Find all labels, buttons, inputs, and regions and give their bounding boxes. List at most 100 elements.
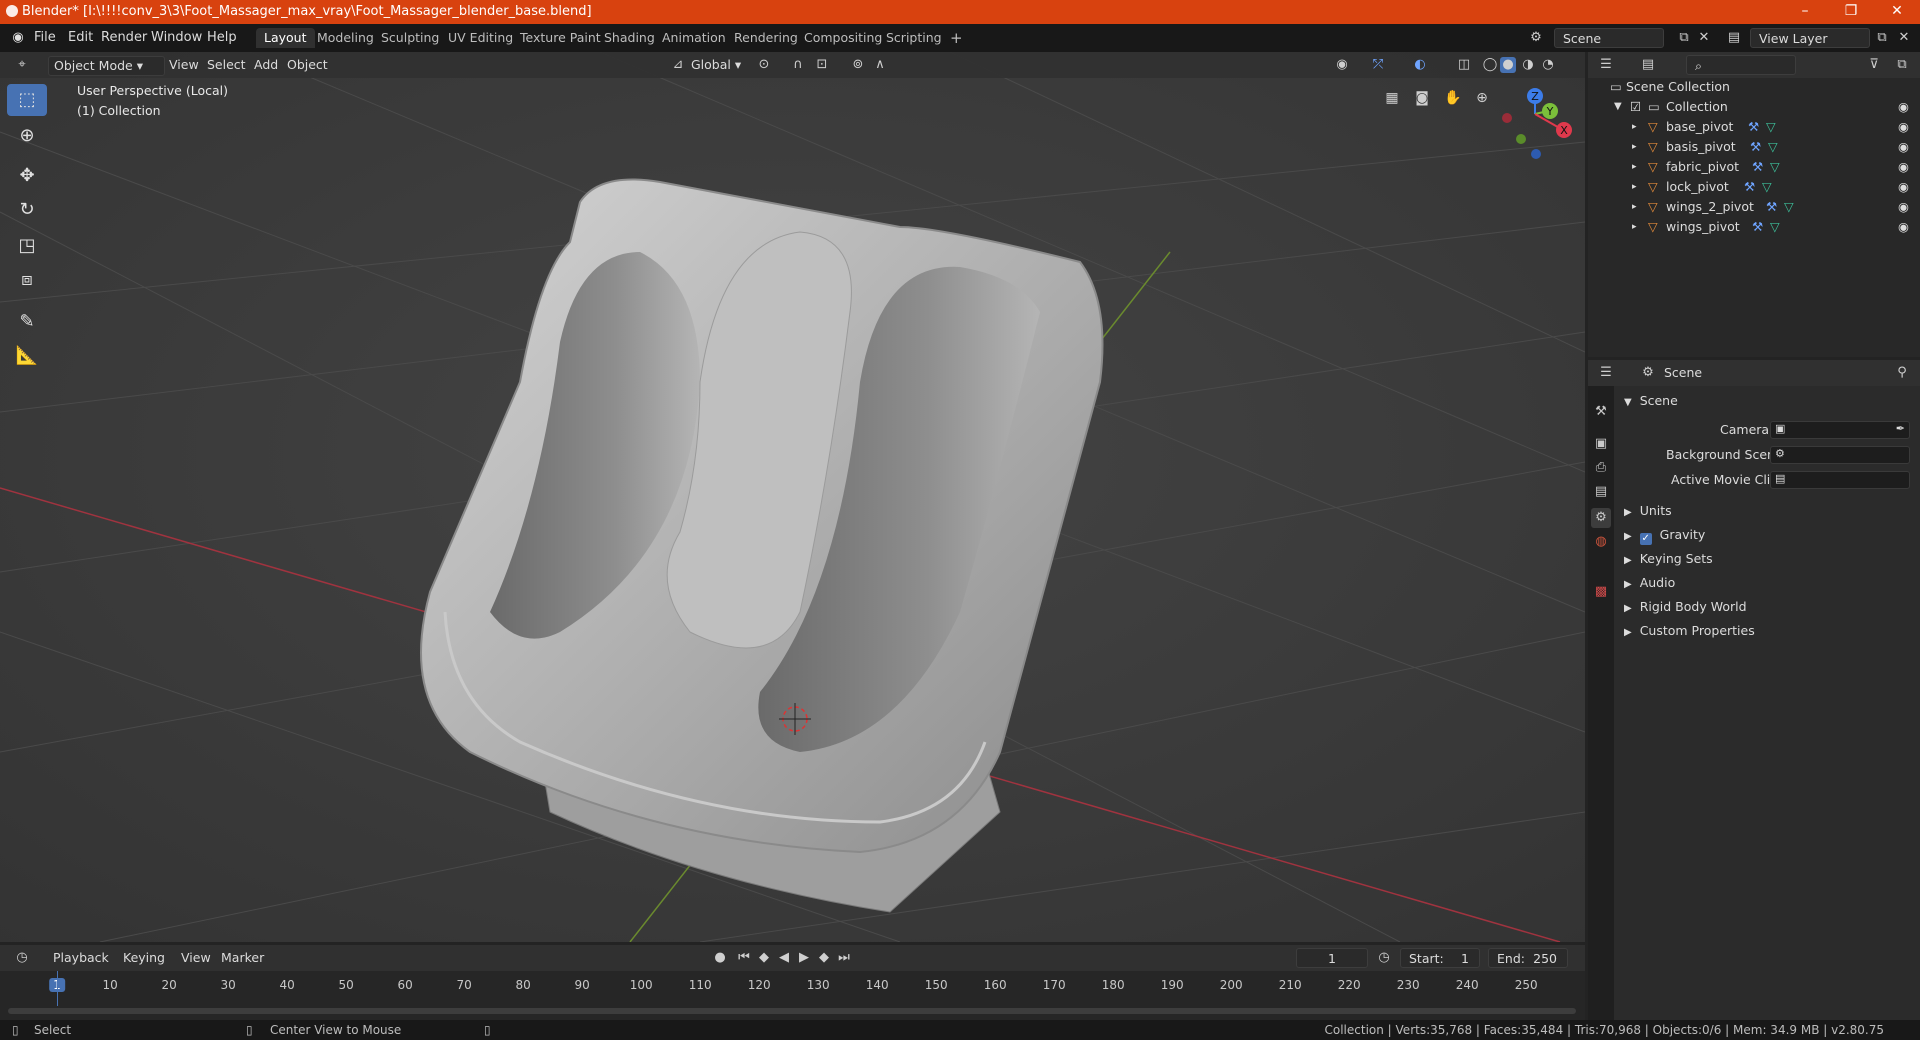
mesh-data-icon[interactable]: ▽ xyxy=(1770,217,1780,237)
play-reverse-icon[interactable]: ◀ xyxy=(776,950,792,966)
jump-start-icon[interactable]: ⏮ xyxy=(736,950,752,966)
tab-shading[interactable]: Shading xyxy=(596,28,663,48)
properties-editor-icon[interactable]: ☰ xyxy=(1598,365,1614,381)
new-scene-icon[interactable]: ⧉ xyxy=(1676,30,1692,46)
menu-window[interactable]: Window xyxy=(151,30,202,45)
view-layer-field[interactable]: View Layer xyxy=(1750,28,1870,48)
modifier-wrench-icon[interactable]: ⚒ xyxy=(1750,137,1761,157)
outliner-editor-icon[interactable]: ☰ xyxy=(1598,57,1614,73)
material-shading-icon[interactable]: ◑ xyxy=(1520,57,1536,73)
timeline-scrollbar[interactable] xyxy=(8,1008,1576,1014)
rendered-shading-icon[interactable]: ◔ xyxy=(1540,57,1556,73)
wireframe-shading-icon[interactable]: ◯ xyxy=(1482,57,1498,73)
maximize-button[interactable]: ❐ xyxy=(1828,0,1874,24)
view-layer-tab-icon[interactable]: ▤ xyxy=(1591,482,1611,502)
outliner-collection[interactable]: ▼ ☑ ▭ Collection ◉ xyxy=(1588,97,1920,117)
camera-view-icon[interactable]: ◙ xyxy=(1414,90,1430,106)
expand-arrow-icon[interactable]: ▸ xyxy=(1632,137,1637,157)
mesh-data-icon[interactable]: ▽ xyxy=(1766,117,1776,137)
collection-visibility-eye-icon[interactable]: ◉ xyxy=(1898,97,1909,117)
scene-browse-icon[interactable]: ⚙ xyxy=(1528,30,1544,46)
new-view-layer-icon[interactable]: ⧉ xyxy=(1874,30,1890,46)
playhead-line[interactable] xyxy=(57,971,58,1006)
menu-help[interactable]: Help xyxy=(207,30,237,45)
modifier-wrench-icon[interactable]: ⚒ xyxy=(1766,197,1777,217)
menu-select[interactable]: Select xyxy=(202,56,251,74)
scale-tool-icon[interactable]: ◳ xyxy=(7,230,47,262)
menu-render[interactable]: Render xyxy=(101,30,147,45)
editor-type-icon[interactable]: ⌖ xyxy=(14,57,30,73)
menu-keying[interactable]: Keying xyxy=(118,949,170,967)
menu-view[interactable]: View xyxy=(164,56,204,74)
viewport-scene[interactable]: Z Y X xyxy=(0,52,1585,942)
output-tab-icon[interactable]: ⎙ xyxy=(1591,458,1611,478)
tab-layout[interactable]: Layout xyxy=(256,28,315,48)
overlays-icon[interactable]: ◐ xyxy=(1412,57,1428,73)
object-mode-dropdown[interactable]: Object Mode ▾ xyxy=(48,56,165,76)
outliner-object-row[interactable]: ▸ ▽ wings_2_pivot ⚒ ▽ ◉ xyxy=(1588,197,1920,217)
pivot-point-icon[interactable]: ⊙ xyxy=(756,57,772,73)
custom-properties-panel-header[interactable]: ▶ Custom Properties xyxy=(1624,623,1755,638)
scene-name-field[interactable]: Scene xyxy=(1554,28,1664,48)
measure-tool-icon[interactable]: 📐 xyxy=(7,340,47,372)
tab-compositing[interactable]: Compositing xyxy=(796,28,890,48)
expand-arrow-icon[interactable]: ▸ xyxy=(1632,177,1637,197)
scene-panel-header[interactable]: ▼ Scene xyxy=(1624,393,1678,408)
remove-scene-icon[interactable]: ✕ xyxy=(1696,30,1712,46)
visibility-eye-icon[interactable]: ◉ xyxy=(1898,137,1909,157)
visibility-eye-icon[interactable]: ◉ xyxy=(1898,197,1909,217)
world-tab-icon[interactable]: ◍ xyxy=(1591,532,1611,552)
solid-shading-icon[interactable]: ● xyxy=(1500,57,1516,73)
tab-scripting[interactable]: Scripting xyxy=(878,28,950,48)
collapse-arrow-icon[interactable]: ▼ xyxy=(1614,97,1622,117)
select-box-tool-icon[interactable]: ⬚ xyxy=(7,84,47,116)
remove-view-layer-icon[interactable]: ✕ xyxy=(1896,30,1912,46)
outliner-object-row[interactable]: ▸ ▽ wings_pivot ⚒ ▽ ◉ xyxy=(1588,217,1920,237)
collection-checkbox[interactable]: ☑ xyxy=(1630,97,1641,117)
tab-texture-paint[interactable]: Texture Paint xyxy=(512,28,609,48)
outliner-scene-collection[interactable]: ▭ Scene Collection xyxy=(1588,77,1920,97)
toggle-grid-view-icon[interactable]: ▦ xyxy=(1384,90,1400,106)
pin-icon[interactable]: ⚲ xyxy=(1894,365,1910,381)
menu-object[interactable]: Object xyxy=(282,56,333,74)
cursor-tool-icon[interactable]: ⊕ xyxy=(7,120,47,152)
annotate-tool-icon[interactable]: ✎ xyxy=(7,306,47,338)
play-icon[interactable]: ▶ xyxy=(796,950,812,966)
start-frame-field[interactable]: Start: 1 xyxy=(1400,948,1480,968)
pan-hand-icon[interactable]: ✋ xyxy=(1444,90,1461,106)
modifier-wrench-icon[interactable]: ⚒ xyxy=(1752,157,1763,177)
rigid-body-world-panel-header[interactable]: ▶ Rigid Body World xyxy=(1624,599,1747,614)
visibility-eye-icon[interactable]: ◉ xyxy=(1334,57,1350,73)
outliner-object-row[interactable]: ▸ ▽ base_pivot ⚒ ▽ ◉ xyxy=(1588,117,1920,137)
menu-timeline-view[interactable]: View xyxy=(176,949,216,967)
menu-file[interactable]: File xyxy=(34,30,56,45)
outliner-object-row[interactable]: ▸ ▽ lock_pivot ⚒ ▽ ◉ xyxy=(1588,177,1920,197)
expand-arrow-icon[interactable]: ▸ xyxy=(1632,197,1637,217)
new-collection-icon[interactable]: ⧉ xyxy=(1894,57,1910,73)
tool-tab-icon[interactable]: ⚒ xyxy=(1591,402,1611,422)
gravity-checkbox[interactable]: ✓ xyxy=(1639,533,1652,545)
3d-viewport[interactable]: Z Y X User Perspective (Local) (1) Colle… xyxy=(0,52,1585,942)
visibility-eye-icon[interactable]: ◉ xyxy=(1898,217,1909,237)
use-preview-range-icon[interactable]: ◷ xyxy=(1376,950,1392,966)
outliner-object-row[interactable]: ▸ ▽ basis_pivot ⚒ ▽ ◉ xyxy=(1588,137,1920,157)
background-scene-field[interactable]: ⚙ xyxy=(1770,446,1910,464)
texture-tab-icon[interactable]: ▩ xyxy=(1591,582,1611,602)
proportional-edit-icon[interactable]: ⊚ xyxy=(850,57,866,73)
audio-panel-header[interactable]: ▶ Audio xyxy=(1624,575,1675,590)
mesh-data-icon[interactable]: ▽ xyxy=(1784,197,1794,217)
zoom-icon[interactable]: ⊕ xyxy=(1474,90,1490,106)
view-layer-browse-icon[interactable]: ▤ xyxy=(1726,30,1742,46)
tab-rendering[interactable]: Rendering xyxy=(726,28,806,48)
rotate-tool-icon[interactable]: ↻ xyxy=(7,194,47,226)
units-panel-header[interactable]: ▶ Units xyxy=(1624,503,1672,518)
menu-marker[interactable]: Marker xyxy=(216,949,269,967)
tab-animation[interactable]: Animation xyxy=(654,28,734,48)
minimize-button[interactable]: – xyxy=(1782,0,1828,24)
gravity-panel-header[interactable]: ▶ ✓ Gravity xyxy=(1624,527,1705,545)
tab-modeling[interactable]: Modeling xyxy=(309,28,382,48)
visibility-eye-icon[interactable]: ◉ xyxy=(1898,117,1909,137)
expand-arrow-icon[interactable]: ▸ xyxy=(1632,117,1637,137)
eyedropper-icon[interactable]: ✒ xyxy=(1896,422,1905,435)
end-frame-field[interactable]: End: 250 xyxy=(1488,948,1568,968)
